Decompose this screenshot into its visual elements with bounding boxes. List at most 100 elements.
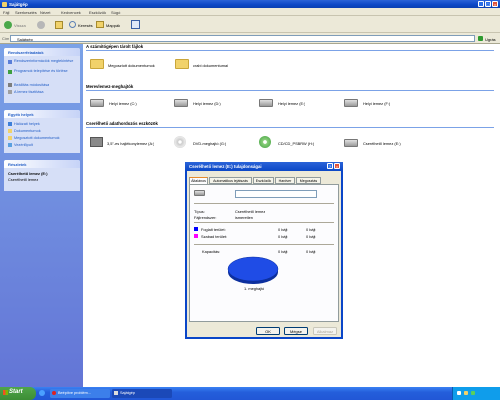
cancel-button[interactable]: Mégse	[284, 327, 308, 335]
close-button[interactable]: ×	[492, 1, 498, 7]
drive-e-item[interactable]: Helyi lemez (E:)	[278, 101, 305, 106]
address-label: Cím	[2, 36, 10, 41]
menu-tools[interactable]: Eszközök	[89, 10, 106, 15]
tray-icon[interactable]	[464, 391, 468, 395]
free-space-swatch	[194, 234, 198, 238]
back-button[interactable]: Vissza	[14, 23, 26, 28]
shared-documents-icon	[8, 136, 12, 140]
folder-icon[interactable]	[90, 59, 104, 69]
removable-drive-icon[interactable]	[344, 139, 358, 147]
forward-icon[interactable]	[37, 21, 45, 29]
change-settings-link[interactable]: Beállítás módosítása	[14, 83, 49, 87]
dvd-drive-item[interactable]: DVD-meghajtó (G:)	[193, 141, 226, 146]
used-space-label: Foglalt terület:	[201, 227, 226, 232]
go-button[interactable]: Ugrás	[485, 37, 496, 42]
system-info-icon	[8, 60, 12, 64]
taskbar-item-browser[interactable]: Beépítve problém...	[50, 389, 110, 398]
up-folder-icon[interactable]	[55, 21, 63, 29]
taskbar-item-my-computer[interactable]: Sajátgép	[112, 389, 172, 398]
browser-icon	[52, 391, 56, 395]
hard-drive-icon[interactable]	[174, 99, 188, 107]
documents-icon	[8, 129, 12, 133]
search-button[interactable]: Keresés	[78, 23, 93, 28]
section-removable-title: Cserélhető adathordozós eszközök	[86, 121, 494, 128]
go-icon[interactable]	[478, 36, 483, 41]
drive-label-input[interactable]	[235, 190, 317, 198]
folders-button[interactable]: Mappák	[106, 23, 120, 28]
tab-hardware[interactable]: Hardver	[275, 177, 295, 184]
dialog-help-button[interactable]: ?	[327, 163, 333, 169]
tray-icon[interactable]	[457, 391, 461, 395]
used-space-bytes: 0 bájt	[278, 227, 288, 232]
cd-drive-item[interactable]: CD/CD_PSBRW (H:)	[278, 141, 314, 146]
control-panel-icon	[8, 143, 12, 147]
tab-general[interactable]: Általános	[189, 177, 208, 184]
hard-drive-icon[interactable]	[259, 99, 273, 107]
separator	[194, 203, 334, 204]
back-icon[interactable]	[4, 21, 12, 29]
removable-drive-item[interactable]: Cserélhető lemez (E:)	[363, 141, 401, 146]
system-info-link[interactable]: Rendszerinformációk megtekintése	[14, 59, 76, 63]
other-places-title[interactable]: Egyéb helyek	[4, 110, 80, 118]
free-space-size: 0 bájt	[306, 234, 316, 239]
apply-button[interactable]: Alkalmaz	[313, 327, 337, 335]
free-space-label: Szabad terület:	[201, 234, 228, 239]
address-input[interactable]: Sajátgép	[10, 35, 475, 42]
cd-icon[interactable]	[259, 136, 271, 148]
shared-documents-item[interactable]: Megosztott dokumentumok	[108, 63, 155, 68]
tab-autoplay[interactable]: Automatikus lejátszás	[209, 177, 252, 184]
drive-c-item[interactable]: Helyi lemez (C:)	[109, 101, 137, 106]
menu-view[interactable]: Nézet	[40, 10, 50, 15]
drive-f-item[interactable]: Helyi lemez (F:)	[363, 101, 390, 106]
capacity-size: 0 bájt	[306, 249, 316, 254]
type-label: Típus:	[194, 209, 205, 214]
quicklaunch-ie-icon[interactable]	[39, 390, 45, 396]
section-files-title: A számítógépen tárolt fájlok	[86, 44, 494, 51]
network-places-link[interactable]: Hálózati helyek	[14, 122, 40, 126]
used-space-swatch	[194, 227, 198, 231]
shared-documents-link[interactable]: Megosztott dokumentumok	[14, 136, 60, 140]
hard-drive-icon[interactable]	[90, 99, 104, 107]
user-documents-item[interactable]: crabi dokumentumai	[193, 63, 228, 68]
filesystem-label: Fájlrendszer:	[194, 215, 217, 220]
disk-cleanup-link[interactable]: A lemez tisztítása	[14, 90, 44, 94]
tab-tools[interactable]: Eszközök	[253, 177, 274, 184]
window-title: Sajátgép	[9, 1, 28, 7]
control-panel-link[interactable]: Vezérlőpult	[14, 143, 33, 147]
search-icon[interactable]	[69, 21, 76, 28]
separator	[194, 244, 334, 245]
folder-icon	[2, 1, 7, 7]
floppy-drive-item[interactable]: 3,5"-es hajlékonylemez (A:)	[107, 141, 154, 146]
system-tasks-title[interactable]: Rendszerfeladatok	[4, 48, 80, 56]
title-bar	[0, 0, 500, 8]
minimize-button[interactable]: _	[478, 1, 484, 7]
dvd-icon[interactable]	[174, 136, 186, 148]
other-places-panel: Egyéb helyek Hálózati helyek Dokumentumo…	[4, 110, 80, 153]
hard-drive-icon[interactable]	[344, 99, 358, 107]
folders-icon[interactable]	[96, 21, 104, 28]
menu-help[interactable]: Súgó	[111, 10, 120, 15]
disk-cleanup-icon	[8, 90, 12, 94]
dialog-title: Cserélhető lemez (E:) tulajdonságai	[189, 163, 262, 169]
filesystem-value: ismeretlen	[235, 215, 253, 220]
documents-link[interactable]: Dokumentumok	[14, 129, 41, 133]
details-type: Cserélhető lemez	[8, 177, 39, 182]
folder-icon[interactable]	[175, 59, 189, 69]
tray-icon[interactable]	[471, 391, 475, 395]
menu-favorites[interactable]: Kedvencek	[61, 10, 81, 15]
floppy-icon[interactable]	[90, 137, 103, 147]
drive-caption: 1. meghajtó	[244, 286, 265, 291]
views-icon[interactable]	[131, 20, 140, 29]
maximize-button[interactable]: □	[485, 1, 491, 7]
menu-edit[interactable]: Szerkesztés	[15, 10, 37, 15]
add-remove-programs-link[interactable]: Programok telepítése és törlése	[14, 69, 76, 73]
tab-sharing[interactable]: Megosztás	[296, 177, 321, 184]
dialog-close-button[interactable]: ×	[334, 163, 340, 169]
separator	[194, 222, 334, 223]
windows-logo-icon	[3, 390, 8, 395]
drive-d-item[interactable]: Helyi lemez (D:)	[193, 101, 221, 106]
menu-file[interactable]: Fájl	[3, 10, 9, 15]
ok-button[interactable]: OK	[256, 327, 280, 335]
removable-drive-icon	[194, 190, 205, 196]
details-title[interactable]: Részletek	[4, 160, 80, 168]
